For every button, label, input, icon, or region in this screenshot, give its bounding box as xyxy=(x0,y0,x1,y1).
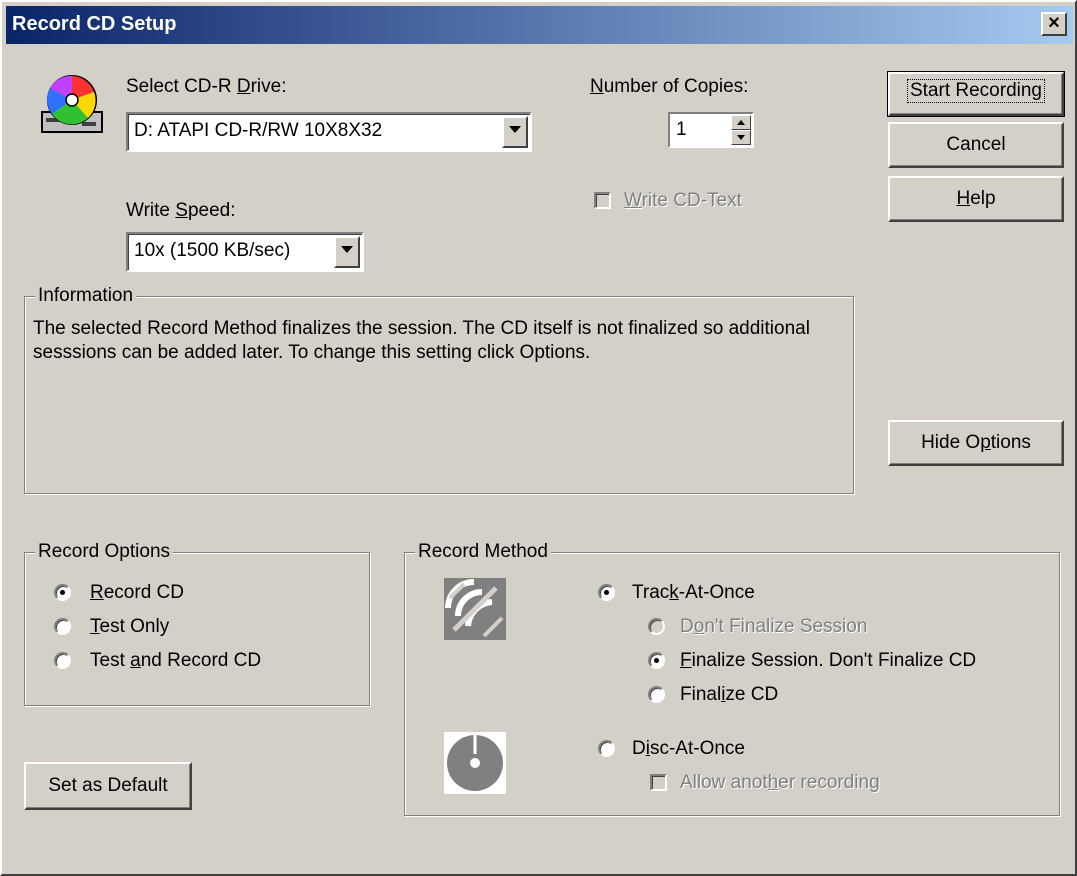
track-at-once-radio[interactable] xyxy=(598,584,615,601)
allow-another-recording-label: Allow another recording xyxy=(680,772,880,793)
set-as-default-button[interactable]: Set as Default xyxy=(24,762,192,810)
cd-drive-icon xyxy=(41,75,103,133)
disc-at-once-icon xyxy=(444,732,506,794)
disc-at-once-radio[interactable] xyxy=(598,740,615,757)
record-method-legend: Record Method xyxy=(415,541,551,563)
speed-label: Write Speed: xyxy=(126,200,236,221)
write-cdtext-checkbox[interactable] xyxy=(594,192,611,209)
window-title: Record CD Setup xyxy=(12,13,177,35)
finalize-cd-label[interactable]: Finalize CD xyxy=(680,684,778,706)
record-cd-radio[interactable] xyxy=(54,584,71,601)
start-recording-label: Start Recording xyxy=(906,79,1045,103)
information-group: Information The selected Record Method f… xyxy=(24,285,854,494)
track-at-once-label[interactable]: Track-At-Once xyxy=(632,582,755,604)
dont-finalize-session-label: Don't Finalize Session xyxy=(680,616,868,637)
cancel-button[interactable]: Cancel xyxy=(888,122,1064,168)
finalize-cd-radio[interactable] xyxy=(648,686,665,703)
record-cd-label[interactable]: Record CD xyxy=(90,582,184,604)
finalize-session-radio[interactable] xyxy=(648,652,665,669)
record-options-legend: Record Options xyxy=(35,541,174,563)
spin-down-icon[interactable] xyxy=(731,130,751,145)
title-bar: Record CD Setup × xyxy=(6,6,1073,44)
hide-options-button[interactable]: Hide Options xyxy=(888,420,1064,466)
copies-spinner[interactable]: 1 xyxy=(668,112,754,148)
drive-select[interactable]: D: ATAPI CD-R/RW 10X8X32 xyxy=(126,112,532,152)
information-text: The selected Record Method finalizes the… xyxy=(33,318,810,363)
start-recording-button[interactable]: Start Recording xyxy=(887,71,1065,117)
drive-label: Select CD-R Drive: xyxy=(126,76,287,97)
test-only-radio[interactable] xyxy=(54,618,71,635)
speed-select[interactable]: 10x (1500 KB/sec) xyxy=(126,232,364,272)
dont-finalize-session-radio[interactable] xyxy=(648,618,665,635)
close-button[interactable]: × xyxy=(1041,12,1067,36)
information-legend: Information xyxy=(35,285,137,307)
track-at-once-icon xyxy=(444,578,506,640)
record-cd-setup-dialog: Record CD Setup × Select CD-R Drive: D: … xyxy=(0,0,1077,876)
allow-another-recording-checkbox[interactable] xyxy=(650,774,667,791)
copies-label: Number of Copies: xyxy=(590,76,749,97)
record-options-group: Record Options xyxy=(24,541,370,706)
write-cdtext-label: Write CD-Text xyxy=(624,190,742,211)
disc-at-once-label[interactable]: Disc-At-Once xyxy=(632,738,745,760)
test-only-label[interactable]: Test Only xyxy=(90,616,169,638)
drive-select-value: D: ATAPI CD-R/RW 10X8X32 xyxy=(134,120,383,141)
chevron-down-icon[interactable] xyxy=(334,236,360,268)
help-button[interactable]: Help xyxy=(888,176,1064,222)
test-and-record-radio[interactable] xyxy=(54,652,71,669)
finalize-session-label[interactable]: Finalize Session. Don't Finalize CD xyxy=(680,650,976,672)
test-and-record-label[interactable]: Test and Record CD xyxy=(90,650,261,672)
speed-select-value: 10x (1500 KB/sec) xyxy=(134,240,291,261)
copies-value[interactable]: 1 xyxy=(676,119,687,141)
chevron-down-icon[interactable] xyxy=(502,116,528,148)
spin-up-icon[interactable] xyxy=(731,115,751,130)
